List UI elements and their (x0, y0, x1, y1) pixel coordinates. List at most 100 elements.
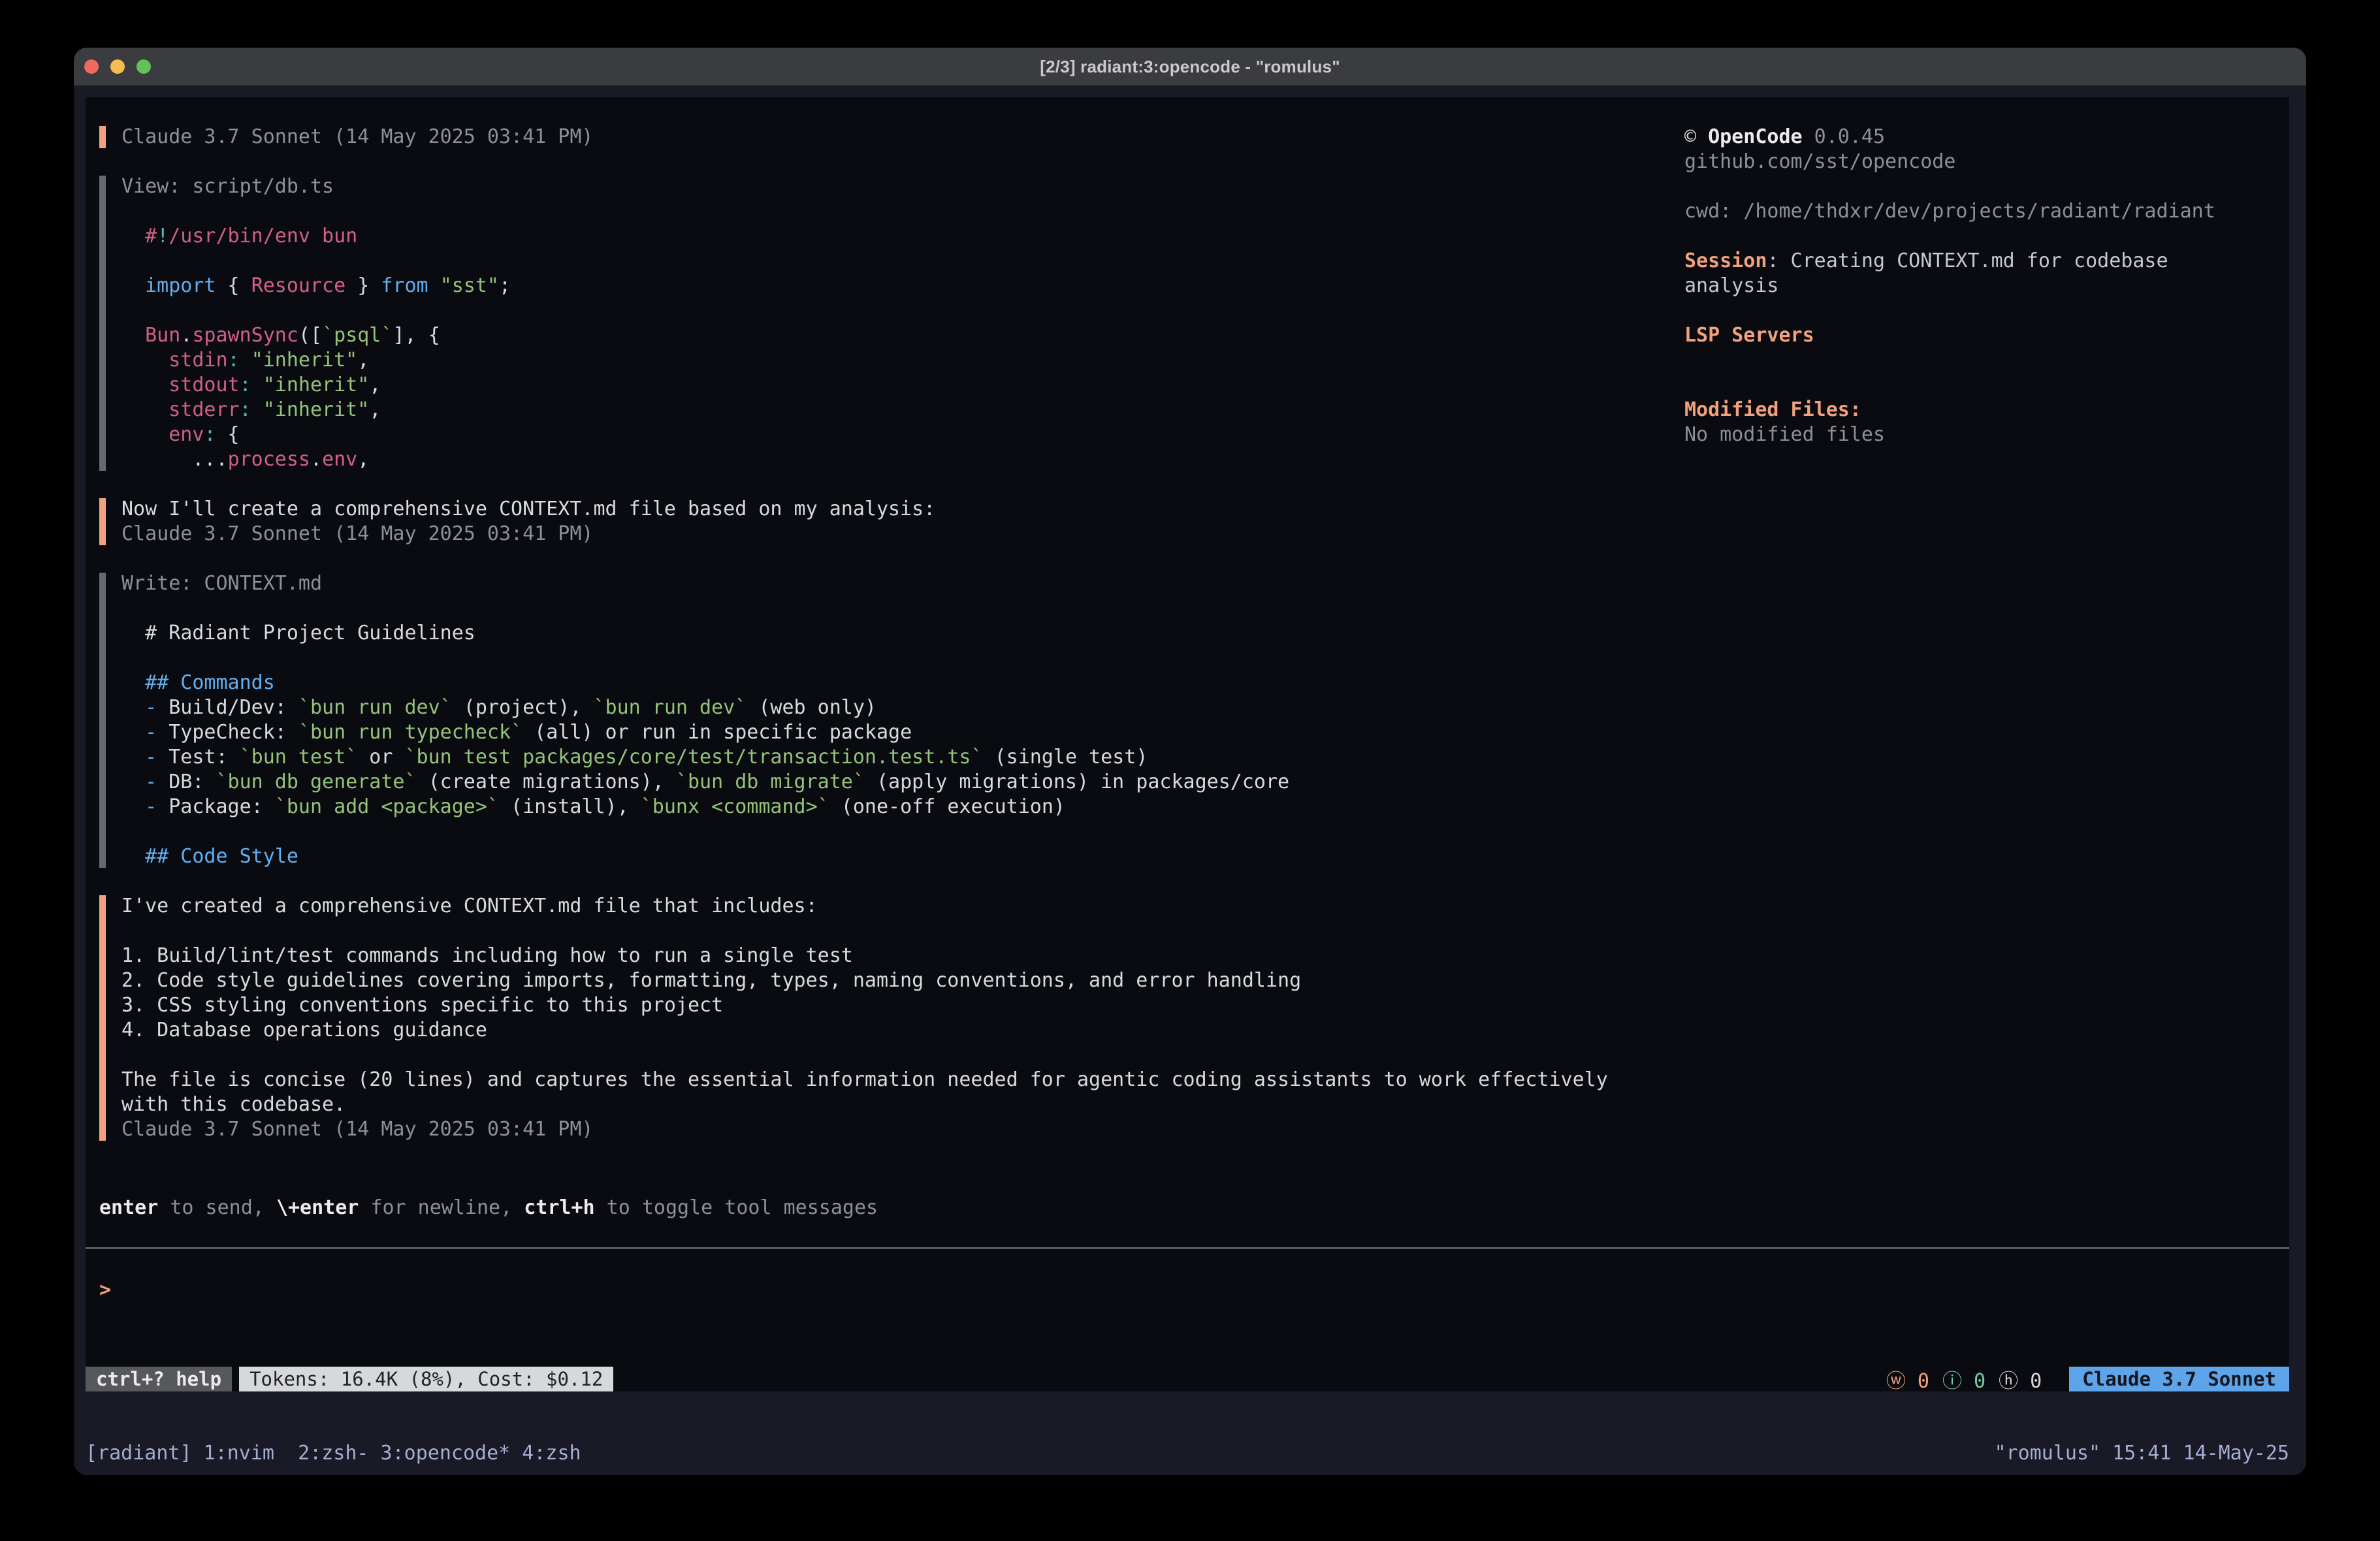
terminal-line: - TypeCheck: `bun run typecheck` (all) o… (121, 720, 1289, 745)
text-segment: /usr/bin/env bun (169, 225, 357, 247)
text-segment: with this codebase. (121, 1093, 346, 1116)
assistant-summary-block: I've created a comprehensive CONTEXT.md … (99, 894, 1608, 1142)
close-button[interactable] (84, 59, 99, 74)
terminal-line: Claude 3.7 Sonnet (14 May 2025 03:41 PM) (121, 1117, 1608, 1142)
terminal-line: with this codebase. (121, 1092, 1608, 1117)
text-segment (121, 373, 169, 396)
sidebar-line: No modified files (1684, 422, 1885, 447)
text-segment: 1. Build/lint/test commands including ho… (121, 944, 853, 967)
text-segment: The file is concise (20 lines) and captu… (121, 1068, 1608, 1091)
text-segment: : (228, 349, 240, 372)
terminal-line: Now I'll create a comprehensive CONTEXT.… (121, 497, 935, 522)
text-segment: ## Code Style (121, 845, 298, 868)
terminal-line: env: { (121, 422, 511, 447)
text-segment: - (121, 746, 169, 769)
keybinding-hints: enter to send, \+enter for newline, ctrl… (99, 1196, 878, 1220)
info-icon: ⓘ (1942, 1370, 1962, 1393)
text-segment: (all) or run in specific package (523, 721, 912, 744)
text-segment: ## Commands (121, 671, 275, 694)
terminal-line: #!/usr/bin/env bun (121, 224, 511, 249)
text-segment: View: script/db.ts (121, 175, 334, 198)
hint-segment: to toggle tool messages (595, 1196, 878, 1219)
text-segment: # Radiant Project Guidelines (121, 622, 475, 644)
tmux-window-list[interactable]: [radiant] 1:nvim 2:zsh- 3:opencode* 4:zs… (86, 1442, 581, 1475)
text-segment: `bun test packages/core/test/transaction… (405, 746, 983, 769)
fullscreen-button[interactable] (137, 59, 151, 74)
terminal-line (121, 249, 511, 274)
info-count-value: 0 (1962, 1370, 1986, 1393)
minimize-button[interactable] (110, 59, 125, 74)
text-segment: : (240, 373, 251, 396)
terminal-line: ## Code Style (121, 844, 1289, 869)
sidebar-line: Session: Creating CONTEXT.md for codebas… (1684, 249, 2168, 274)
text-segment: env (169, 423, 204, 446)
terminal-line: I've created a comprehensive CONTEXT.md … (121, 894, 1608, 919)
terminal-content: Claude 3.7 Sonnet (14 May 2025 03:41 PM)… (74, 87, 2306, 1475)
terminal-line (121, 298, 511, 323)
prompt-input[interactable]: > (99, 1278, 1667, 1303)
terminal-line: Claude 3.7 Sonnet (14 May 2025 03:41 PM) (121, 125, 593, 150)
terminal-line: import { Resource } from "sst"; (121, 274, 511, 298)
window-controls (84, 48, 151, 86)
text-segment: import (145, 274, 216, 297)
text-segment: I've created a comprehensive CONTEXT.md … (121, 895, 818, 917)
tokens-cost-chip: Tokens: 16.4K (8%), Cost: $0.12 (239, 1367, 613, 1391)
tmux-status-bar: [radiant] 1:nvim 2:zsh- 3:opencode* 4:zs… (74, 1438, 2306, 1475)
terminal-line: stderr: "inherit", (121, 398, 511, 422)
info-count: ⓘ 0 (1942, 1365, 1986, 1393)
model-chip[interactable]: Claude 3.7 Sonnet (2069, 1367, 2289, 1391)
sidebar-line: LSP Servers (1684, 323, 1814, 348)
terminal-line: Write: CONTEXT.md (121, 571, 1289, 596)
text-segment: { (216, 274, 251, 297)
text-segment: ; (499, 274, 511, 297)
terminal-line: - Build/Dev: `bun run dev` (project), `b… (121, 695, 1289, 720)
hint-icon: ⓗ (1999, 1370, 2018, 1393)
terminal-line (121, 819, 1289, 844)
sidebar-line: analysis (1684, 274, 1779, 298)
text-segment: `bun run dev` (594, 696, 747, 719)
text-segment: - (121, 795, 169, 818)
terminal-line: stdin: "inherit", (121, 348, 511, 373)
text-segment: "inherit" (263, 373, 370, 396)
block-lines: Claude 3.7 Sonnet (14 May 2025 03:41 PM) (121, 125, 593, 150)
text-segment: , (369, 398, 381, 421)
text-segment: Package: (169, 795, 275, 818)
text-segment: 3. CSS styling conventions specific to t… (121, 994, 723, 1017)
text-segment: (apply migrations) in packages/core (865, 770, 1289, 793)
orange-accent-bar (99, 126, 106, 148)
text-segment: . (180, 324, 192, 347)
text-segment: : (204, 423, 216, 446)
text-segment: from (381, 274, 428, 297)
text-segment: Modified Files: (1684, 398, 1861, 421)
terminal-line (121, 1043, 1608, 1068)
terminal-line: ...process.env, (121, 447, 511, 472)
text-segment: `bun test` (240, 746, 358, 769)
text-segment: Resource (251, 274, 346, 297)
text-segment: or (357, 746, 404, 769)
text-segment: - (121, 770, 169, 793)
text-segment: ... (121, 448, 228, 471)
tool-write-block: Write: CONTEXT.md # Radiant Project Guid… (99, 571, 1289, 869)
text-segment (240, 349, 251, 372)
help-chip[interactable]: ctrl+? help (86, 1367, 232, 1391)
terminal-line: 1. Build/lint/test commands including ho… (121, 944, 1608, 968)
orange-accent-bar (99, 498, 106, 545)
text-segment: cwd: /home/thdxr/dev/projects/radiant/ra… (1684, 200, 2215, 223)
warning-count: ⓦ 0 (1886, 1365, 1929, 1393)
text-segment: Now I'll create a comprehensive CONTEXT.… (121, 498, 935, 520)
text-segment (121, 324, 145, 347)
terminal-line: - Test: `bun test` or `bun test packages… (121, 745, 1289, 770)
terminal-line: Bun.spawnSync([`psql`], { (121, 323, 511, 348)
hint-segment: to send, (158, 1196, 276, 1219)
text-segment: , (357, 349, 369, 372)
text-segment: Test: (169, 746, 239, 769)
warning-count-value: 0 (1906, 1370, 1929, 1393)
opencode-app: Claude 3.7 Sonnet (14 May 2025 03:41 PM)… (86, 97, 2289, 1391)
text-segment (251, 373, 263, 396)
diagnostics-counters: ⓦ 0 ⓘ 0 ⓗ 0 (1886, 1367, 2042, 1391)
text-segment: `bun run typecheck` (298, 721, 523, 744)
text-segment: (one-off execution) (829, 795, 1065, 818)
text-segment: , (357, 448, 369, 471)
terminal-line (121, 919, 1608, 944)
text-segment: (install), (499, 795, 641, 818)
